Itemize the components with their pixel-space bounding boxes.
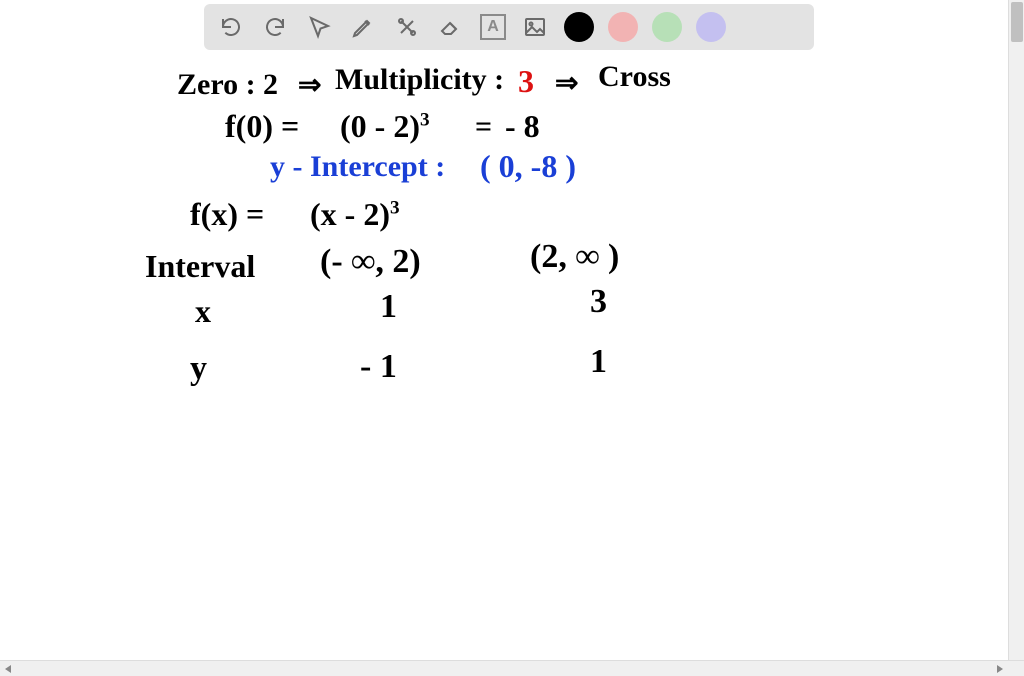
note-fx-exp: 3: [390, 197, 400, 218]
note-f0-base: (0 - 2): [340, 108, 420, 144]
text-tool[interactable]: A: [480, 14, 506, 40]
undo-button[interactable]: [216, 12, 246, 42]
scrollbar-thumb[interactable]: [1011, 2, 1023, 42]
table-interval-label: Interval: [145, 250, 255, 282]
note-f0-expr: (0 - 2)3: [340, 110, 430, 142]
pointer-tool[interactable]: [304, 12, 334, 42]
pen-tool[interactable]: [348, 12, 378, 42]
note-multiplicity-label: Multiplicity :: [335, 65, 504, 95]
table-x-val2: 3: [590, 285, 607, 319]
note-yint-label: y - Intercept :: [270, 152, 445, 182]
color-red[interactable]: [608, 12, 638, 42]
note-f0-eq: =: [475, 112, 492, 142]
note-f0-rhs: - 8: [505, 110, 540, 142]
note-cross: Cross: [598, 62, 671, 92]
redo-button[interactable]: [260, 12, 290, 42]
tools-menu[interactable]: [392, 12, 422, 42]
whiteboard-canvas[interactable]: Zero : 2 ⇒ Multiplicity : 3 ⇒ Cross f(0)…: [0, 0, 1008, 660]
table-y-label: y: [190, 352, 207, 386]
note-yint-value: ( 0, -8 ): [480, 150, 576, 182]
table-col2-header: (2, ∞ ): [530, 240, 619, 274]
image-tool[interactable]: [520, 12, 550, 42]
arrow-1: ⇒: [298, 72, 321, 100]
note-fx-lhs: f(x) =: [190, 198, 264, 230]
note-f0-lhs: f(0) =: [225, 110, 299, 142]
table-y-val1: - 1: [360, 350, 397, 384]
drawing-toolbar: A: [204, 4, 814, 50]
note-fx-base: (x - 2): [310, 196, 390, 232]
color-purple[interactable]: [696, 12, 726, 42]
color-black[interactable]: [564, 12, 594, 42]
vertical-scrollbar[interactable]: [1008, 0, 1024, 660]
eraser-tool[interactable]: [436, 12, 466, 42]
table-col1-header: (- ∞, 2): [320, 245, 421, 279]
note-fx-rhs: (x - 2)3: [310, 198, 400, 230]
horizontal-scrollbar[interactable]: [0, 660, 1024, 676]
arrow-2: ⇒: [555, 70, 578, 98]
scroll-left-icon[interactable]: [5, 665, 11, 673]
table-y-val2: 1: [590, 345, 607, 379]
note-zero-label: Zero :: [177, 70, 256, 100]
table-x-label: x: [195, 295, 211, 327]
note-multiplicity-value: 3: [518, 65, 534, 97]
color-green[interactable]: [652, 12, 682, 42]
note-zero-value: 2: [263, 70, 278, 100]
table-x-val1: 1: [380, 290, 397, 324]
scroll-right-icon[interactable]: [997, 665, 1003, 673]
note-f0-exp: 3: [420, 109, 430, 130]
